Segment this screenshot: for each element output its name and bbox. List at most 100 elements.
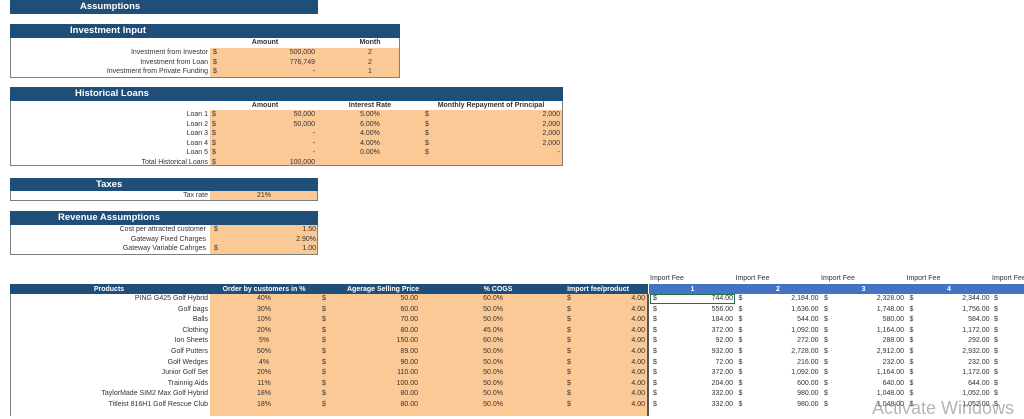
import-fee-cell[interactable]: $580.00 [821, 315, 906, 325]
import-fee-cell[interactable]: $932.00 [650, 347, 735, 357]
order-percent[interactable]: 18% [210, 389, 318, 399]
import-fee[interactable]: 4.00 [580, 336, 645, 346]
cogs-percent[interactable]: 60.0% [448, 294, 503, 304]
loan-amount[interactable]: 100,000 [230, 158, 315, 168]
import-fee[interactable]: 4.00 [580, 400, 645, 410]
investment-amount[interactable]: - [230, 67, 315, 77]
order-percent[interactable]: 18% [210, 400, 318, 410]
cogs-percent[interactable]: 60.0% [448, 336, 503, 346]
cogs-percent[interactable]: 45.0% [448, 326, 503, 336]
import-fee-cell[interactable]: $2,912.00 [821, 347, 906, 357]
loan-repayment[interactable]: 2,000 [440, 110, 560, 120]
import-fee[interactable]: 4.00 [580, 389, 645, 399]
loan-repayment[interactable]: 2,000 [440, 139, 560, 149]
import-fee-cell[interactable]: $272.00 [736, 336, 821, 346]
import-fee-cell[interactable]: $544.00 [736, 315, 821, 325]
import-fee-cell[interactable]: $288.00 [821, 336, 906, 346]
import-fee[interactable]: 4.00 [580, 315, 645, 325]
import-fee-cell[interactable]: $216.00 [736, 358, 821, 368]
selling-price[interactable]: 80.00 [330, 326, 418, 336]
import-fee-cell[interactable]: $204.00 [650, 379, 735, 389]
loan-rate[interactable]: 4.00% [320, 139, 420, 149]
import-fee-cell[interactable]: $292.00 [907, 336, 992, 346]
loan-repayment[interactable]: - [440, 148, 560, 158]
revenue-value[interactable]: 2.90% [230, 235, 316, 245]
import-fee[interactable]: 4.00 [580, 326, 645, 336]
import-fee-cell[interactable]: $232.00 [821, 358, 906, 368]
order-percent[interactable]: 40% [210, 294, 318, 304]
order-percent[interactable]: 4% [210, 358, 318, 368]
import-fee-cell[interactable]: $1,164.00 [821, 326, 906, 336]
tax-rate-value[interactable]: 21% [210, 191, 318, 201]
import-fee-cell[interactable]: $556.00 [650, 305, 735, 315]
cogs-percent[interactable]: 50.0% [448, 389, 503, 399]
selling-price[interactable]: 80.00 [330, 400, 418, 410]
import-fee-cell[interactable]: $2,728.00 [736, 347, 821, 357]
order-percent[interactable]: 20% [210, 326, 318, 336]
selling-price[interactable]: 110.00 [330, 368, 418, 378]
selling-price[interactable]: 90.00 [330, 358, 418, 368]
import-fee-cell[interactable]: $332.00 [650, 400, 735, 410]
import-fee[interactable]: 4.00 [580, 347, 645, 357]
import-fee-cell[interactable]: $584.00 [907, 315, 992, 325]
loan-amount[interactable]: - [230, 148, 315, 158]
order-percent[interactable]: 10% [210, 315, 318, 325]
import-fee-cell[interactable]: $2,184.00 [736, 294, 821, 304]
import-fee-cell[interactable]: $1,636.00 [736, 305, 821, 315]
investment-amount[interactable]: 500,000 [230, 48, 315, 58]
loan-rate[interactable]: 6.00% [320, 120, 420, 130]
import-fee-cell[interactable]: $1,748.00 [821, 305, 906, 315]
import-fee[interactable]: 4.00 [580, 368, 645, 378]
selling-price[interactable]: 80.00 [330, 389, 418, 399]
import-fee-cell[interactable]: $1,164.00 [821, 368, 906, 378]
import-fee-cell[interactable]: $1,092.00 [736, 368, 821, 378]
selling-price[interactable]: 50.00 [330, 294, 418, 304]
import-fee-cell[interactable]: $372.00 [650, 368, 735, 378]
import-fee[interactable]: 4.00 [580, 379, 645, 389]
import-fee-cell[interactable]: $980.00 [736, 389, 821, 399]
import-fee-cell[interactable]: $1,756.00 [907, 305, 992, 315]
cogs-percent[interactable]: 50.0% [448, 379, 503, 389]
import-fee-cell[interactable]: $232.00 [907, 358, 992, 368]
import-fee-cell[interactable]: $372.00 [650, 326, 735, 336]
revenue-value[interactable]: 1.00 [230, 244, 316, 254]
selling-price[interactable]: 100.00 [330, 379, 418, 389]
import-fee-cell[interactable]: $744.00 [650, 294, 735, 304]
loan-repayment[interactable]: 2,000 [440, 129, 560, 139]
import-fee-cell[interactable]: $1,172.00 [907, 326, 992, 336]
import-fee[interactable]: 4.00 [580, 294, 645, 304]
loan-rate[interactable]: 0.00% [320, 148, 420, 158]
import-fee-cell[interactable]: $980.00 [736, 400, 821, 410]
import-fee-cell[interactable]: $184.00 [650, 315, 735, 325]
loan-repayment[interactable] [440, 158, 560, 168]
import-fee[interactable]: 4.00 [580, 305, 645, 315]
cogs-percent[interactable]: 50.0% [448, 400, 503, 410]
import-fee-cell[interactable]: $72.00 [650, 358, 735, 368]
order-percent[interactable]: 20% [210, 368, 318, 378]
loan-rate[interactable]: 5.00% [320, 110, 420, 120]
investment-month[interactable]: 1 [340, 67, 400, 77]
import-fee[interactable]: 4.00 [580, 358, 645, 368]
investment-month[interactable]: 2 [340, 48, 400, 58]
import-fee-cell[interactable]: $2,932.00 [907, 347, 992, 357]
order-percent[interactable]: 11% [210, 379, 318, 389]
revenue-value[interactable]: 1.50 [230, 225, 316, 235]
cogs-percent[interactable]: 50.0% [448, 358, 503, 368]
loan-amount[interactable]: - [230, 129, 315, 139]
loan-amount[interactable]: 50,000 [230, 120, 315, 130]
import-fee-cell[interactable]: $1,092.00 [736, 326, 821, 336]
investment-amount[interactable]: 776,749 [230, 58, 315, 68]
import-fee-cell[interactable]: $332.00 [650, 389, 735, 399]
cogs-percent[interactable]: 50.0% [448, 347, 503, 357]
cogs-percent[interactable]: 50.0% [448, 368, 503, 378]
import-fee-cell[interactable]: $1,172.00 [907, 368, 992, 378]
loan-rate[interactable] [320, 158, 420, 168]
selling-price[interactable]: 70.00 [330, 315, 418, 325]
order-percent[interactable]: 50% [210, 347, 318, 357]
import-fee-cell[interactable]: $640.00 [821, 379, 906, 389]
loan-rate[interactable]: 4.00% [320, 129, 420, 139]
import-fee-cell[interactable]: $2,344.00 [907, 294, 992, 304]
import-fee-cell[interactable]: $2,328.00 [821, 294, 906, 304]
loan-repayment[interactable]: 2,000 [440, 120, 560, 130]
selling-price[interactable]: 89.00 [330, 347, 418, 357]
